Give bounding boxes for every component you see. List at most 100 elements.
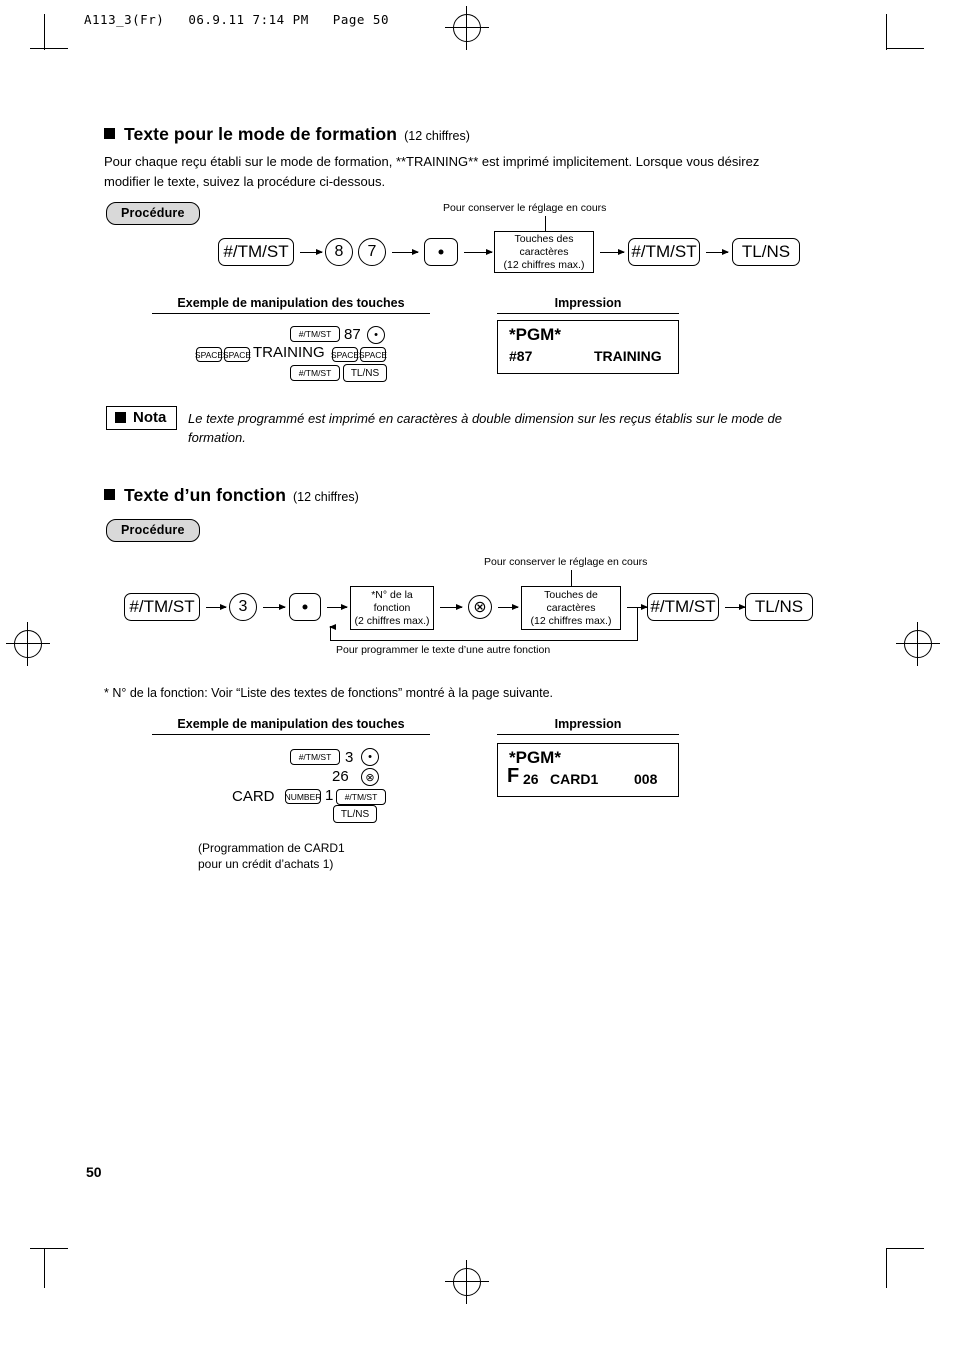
- section1-receipt-line2-left: #87: [509, 348, 533, 364]
- section2-key-3: 3: [229, 593, 257, 621]
- section1-arrow-2: [392, 248, 419, 255]
- section2-title: Texte d’un fonction: [124, 485, 286, 505]
- section1-receipt-line1: *PGM*: [509, 325, 561, 344]
- nota-text: Le texte programmé est imprimé en caract…: [188, 411, 782, 445]
- section1-title: Texte pour le mode de formation: [124, 124, 398, 144]
- bullet-square-icon: [104, 128, 115, 139]
- section1-key-8: 8: [325, 238, 353, 266]
- section2-arrow-1: [206, 603, 227, 610]
- crop-mark-tr-v: [886, 14, 887, 50]
- section2-arrow-5: [498, 603, 519, 610]
- section1-ex-key-space-3: SPACE: [331, 347, 359, 362]
- section2-key-dot: [289, 593, 321, 621]
- section1-heading: Texte pour le mode de formation (12 chif…: [104, 124, 470, 145]
- section2-example-caption: (Programmation de CARD1 pour un crédit d…: [198, 840, 458, 872]
- section1-note-connector-v: [545, 216, 546, 232]
- section2-ex-num-26: 26: [332, 768, 349, 785]
- section1-key-tmst-2: #/TM/ST: [628, 238, 700, 266]
- section1-ex-text-training: TRAINING: [253, 344, 325, 361]
- section2-chars-box: Touches de caractères (12 chiffres max.): [521, 586, 621, 630]
- section2-receipt-right: 008: [634, 771, 658, 787]
- section2-arrow-7: [725, 603, 746, 610]
- section2-ex-key-dot: •: [361, 748, 379, 766]
- nota-badge: Nota: [106, 406, 178, 430]
- section1-ex-key-space-4: SPACE: [359, 347, 387, 362]
- section2-ex-key-multiply: ⊗: [361, 768, 379, 786]
- crop-mark-bl-v: [44, 1248, 45, 1288]
- section1-chars-box: Touches des caractères (12 chiffres max.…: [494, 231, 594, 273]
- section2-fn-line1: *N° de la: [371, 588, 413, 601]
- section2-example-caption-line1: (Programmation de CARD1: [198, 841, 345, 855]
- section2-ex-text-card: CARD: [232, 788, 275, 805]
- section2-procedure-badge: Procédure: [106, 519, 200, 542]
- section1-key-dot: [424, 238, 458, 266]
- section2-arrow-3: [327, 603, 348, 610]
- section2-receipt-num: 26: [523, 771, 539, 787]
- section2-loop-h: [330, 640, 638, 641]
- section2-heading: Texte d’un fonction (12 chiffres): [104, 485, 359, 506]
- section2-key-tmst-2: #/TM/ST: [647, 593, 719, 621]
- section2-other-function-note: Pour programmer le texte d’une autre fon…: [336, 644, 551, 656]
- section2-print-title: Impression: [497, 717, 679, 735]
- section2-chars-line2: caractères: [546, 601, 596, 614]
- section1-receipt-line2-right: TRAINING: [594, 348, 662, 364]
- section1-print-title: Impression: [497, 296, 679, 314]
- section1-arrow-3: [464, 248, 493, 255]
- section1-arrow-1: [300, 248, 323, 255]
- nota-square-icon: [115, 412, 126, 423]
- crop-mark-br-v: [886, 1248, 887, 1288]
- section1-ex-key-tmst-1: #/TM/ST: [290, 326, 340, 342]
- section2-function-box: *N° de la fonction (2 chiffres max.): [350, 586, 434, 630]
- crop-mark-tl-v: [44, 14, 45, 50]
- document-page: A113_3(Fr) 06.9.11 7:14 PM Page 50 Texte…: [0, 0, 954, 1351]
- section2-ex-key-number: NUMBER: [285, 789, 321, 804]
- section1-example-title: Exemple de manipulation des touches: [152, 296, 430, 314]
- section1-chars-line3: (12 chiffres max.): [503, 258, 585, 271]
- section2-ex-key-tmst-2: #/TM/ST: [336, 789, 386, 805]
- section1-chars-line1: Touches des: [514, 232, 574, 245]
- section2-fn-line3: (2 chiffres max.): [354, 614, 430, 627]
- crop-mark-tr-h: [886, 48, 924, 49]
- section2-keep-setting-note: Pour conserver le réglage en cours: [484, 556, 648, 568]
- registration-mark-top: [445, 6, 489, 50]
- section2-footnote: * N° de la fonction: Voir “Liste des tex…: [104, 686, 553, 700]
- crop-mark-tl-h: [30, 48, 68, 49]
- section2-chars-line1: Touches de: [544, 588, 598, 601]
- section2-note-connector-v: [571, 570, 572, 587]
- section1-procedure-badge: Procédure: [106, 202, 200, 225]
- section1-chars-line2: caractères: [519, 245, 569, 258]
- section2-fn-line2: fonction: [373, 601, 411, 614]
- section1-ex-key-tlns: TL/NS: [343, 364, 387, 382]
- section1-ex-key-space-2: SPACE: [223, 347, 251, 362]
- registration-mark-bottom: [445, 1260, 489, 1304]
- page-number: 50: [86, 1164, 102, 1180]
- section2-receipt-mid: CARD1: [550, 771, 599, 787]
- section2-chars-line3: (12 chiffres max.): [530, 614, 612, 627]
- section2-key-multiply: ⊗: [468, 595, 492, 619]
- section1-keep-setting-note: Pour conserver le réglage en cours: [443, 202, 607, 214]
- registration-mark-right: [896, 622, 940, 666]
- print-header: A113_3(Fr) 06.9.11 7:14 PM Page 50: [84, 12, 389, 27]
- crop-mark-br-h: [886, 1248, 924, 1249]
- section1-paragraph: Pour chaque reçu établi sur le mode de f…: [104, 154, 760, 189]
- section2-ex-num-1: 1: [325, 787, 334, 804]
- section1-arrow-5: [706, 248, 729, 255]
- section1-key-tmst-1: #/TM/ST: [218, 238, 294, 266]
- section2-ex-num-3: 3: [345, 749, 354, 766]
- section2-example-title: Exemple de manipulation des touches: [152, 717, 430, 735]
- section1-ex-key-tmst-2: #/TM/ST: [290, 365, 340, 381]
- section1-ex-key-dot: •: [367, 326, 385, 344]
- section1-ex-num-87: 87: [344, 326, 361, 343]
- nota-label: Nota: [133, 409, 167, 426]
- section2-key-tmst-1: #/TM/ST: [124, 593, 200, 621]
- section1-key-tlns: TL/NS: [732, 238, 800, 266]
- bullet-square-icon-2: [104, 489, 115, 500]
- section2-example-caption-line2: pour un crédit d’achats 1): [198, 857, 334, 871]
- section2-key-tlns: TL/NS: [745, 593, 813, 621]
- section1-key-7: 7: [358, 238, 386, 266]
- registration-mark-left: [6, 622, 50, 666]
- crop-mark-bl-h: [30, 1248, 68, 1249]
- section2-receipt-f: F: [507, 765, 520, 787]
- section2-subtitle: (12 chiffres): [292, 490, 359, 504]
- section2-ex-key-tlns: TL/NS: [333, 805, 377, 823]
